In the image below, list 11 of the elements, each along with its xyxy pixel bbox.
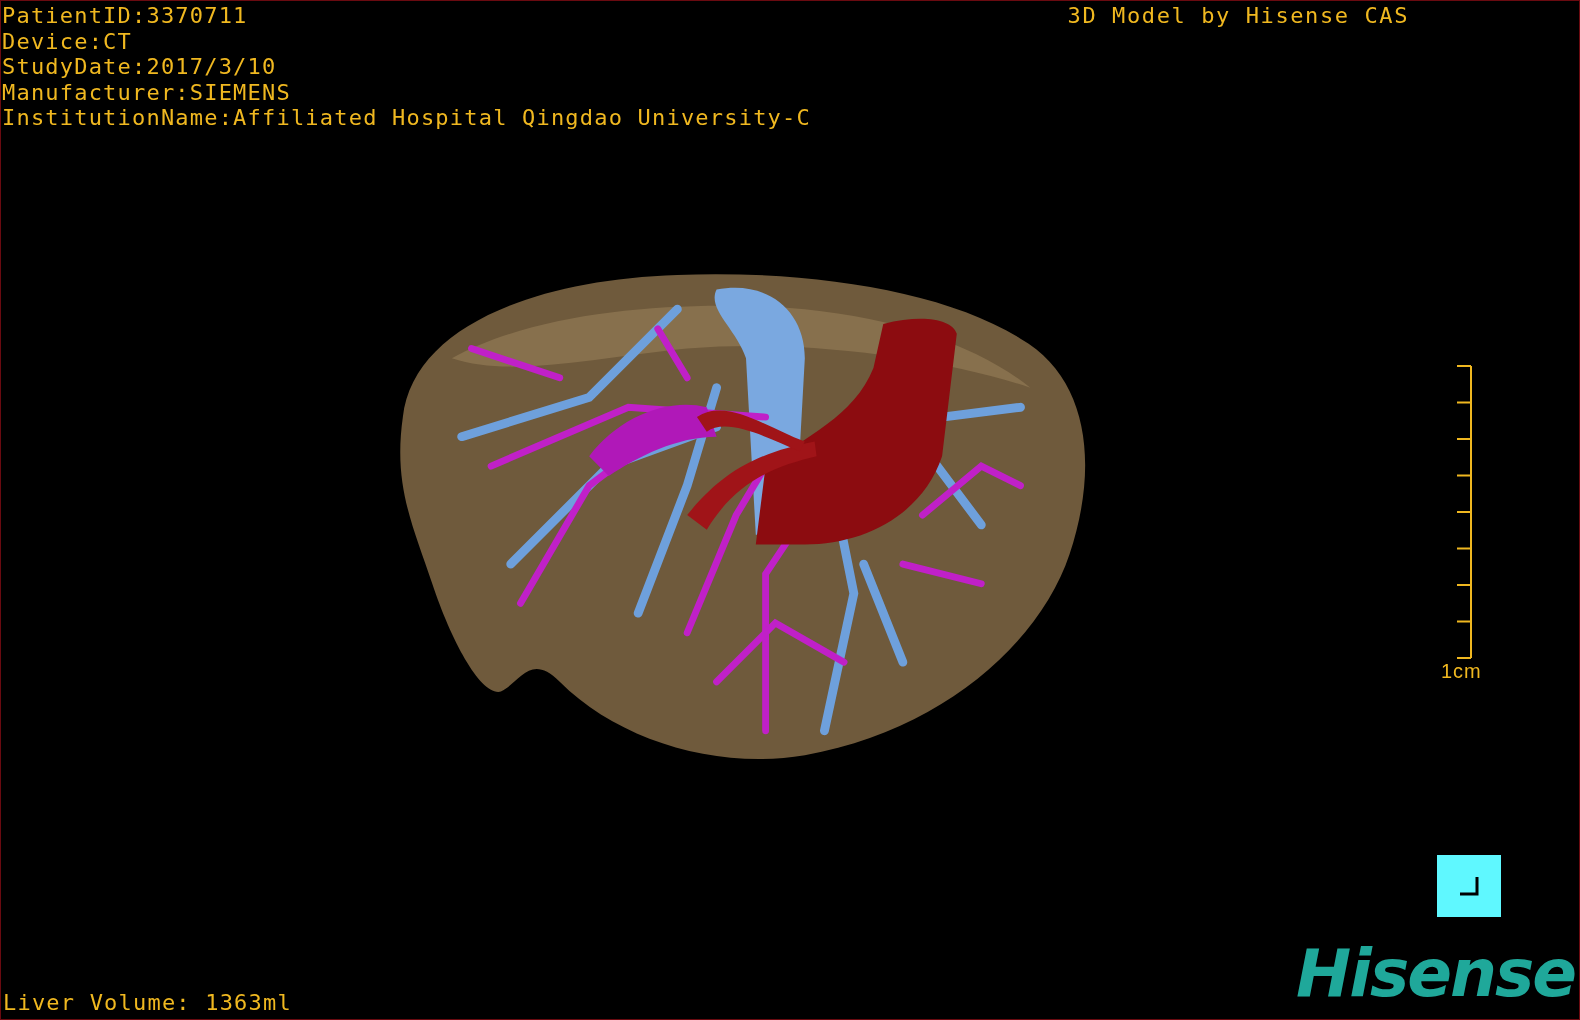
corner-icon: [1458, 875, 1480, 897]
viewer-title: 3D Model by Hisense CAS: [1067, 3, 1409, 30]
liver-volume-text: Liver Volume: 1363ml: [2, 989, 292, 1017]
patient-info-text: Device:CT: [2, 28, 133, 54]
patient-info-text: Manufacturer:SIEMENS: [2, 79, 292, 105]
corner-button[interactable]: [1437, 855, 1501, 917]
brand-logo: Hisense: [1296, 943, 1575, 1005]
patient-info-text: StudyDate:2017/3/10: [2, 54, 278, 80]
scale-label: 1cm: [1441, 660, 1482, 684]
patient-info-text: InstitutionName:Affiliated Hospital Qingdao University-C: [2, 105, 811, 131]
patient-info-text: PatientID:3370711: [2, 3, 249, 29]
